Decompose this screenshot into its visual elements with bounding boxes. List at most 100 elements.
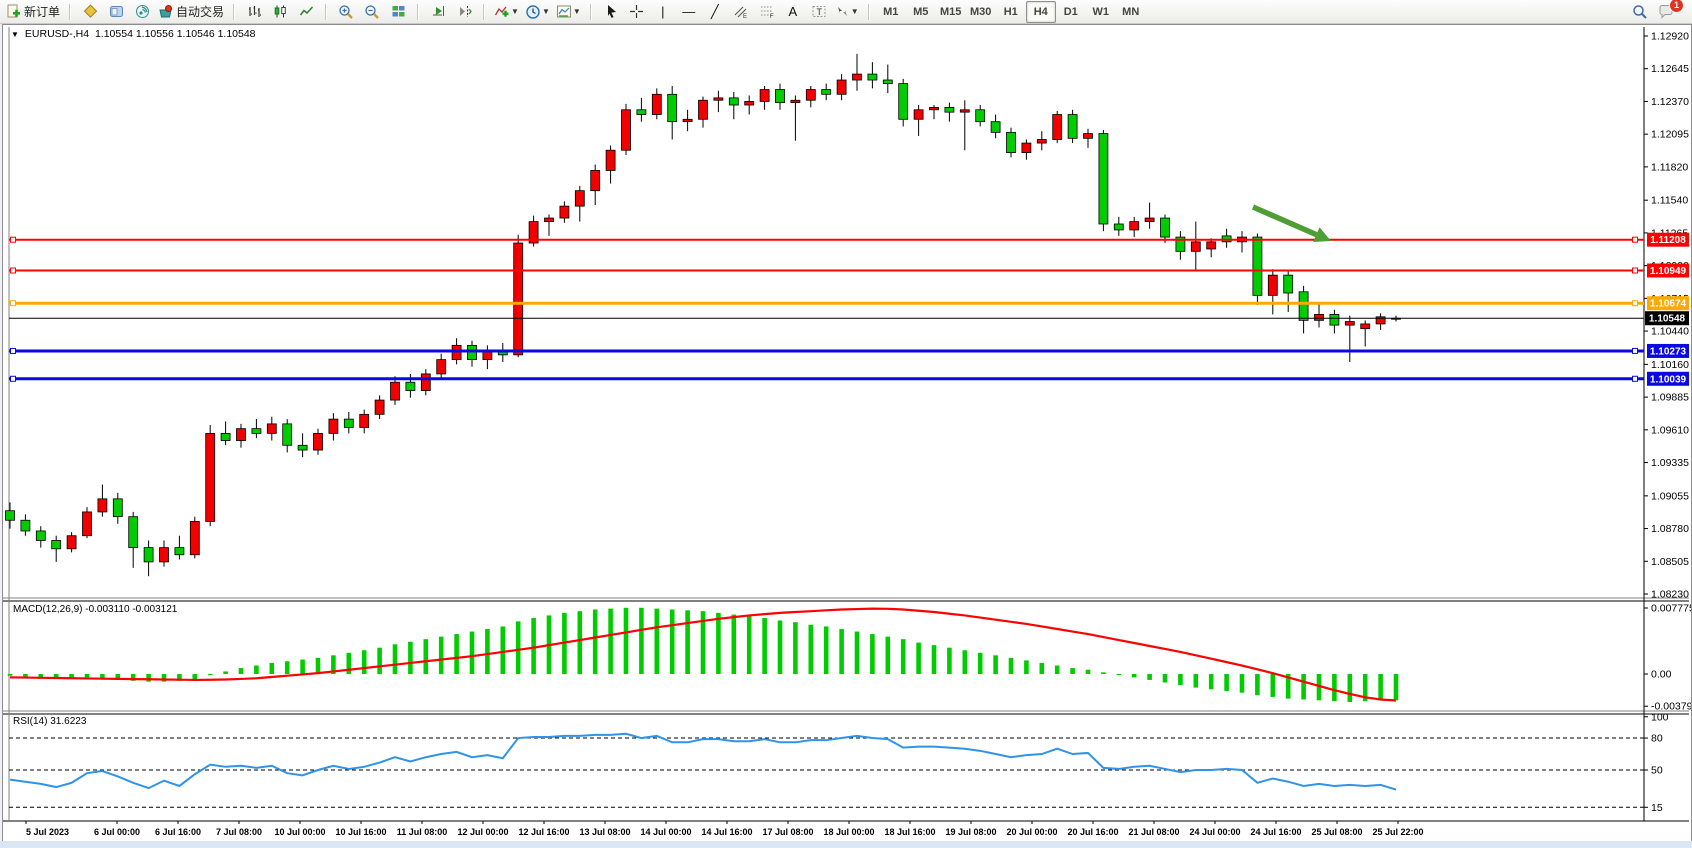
chart-symbol-period: EURUSD-,H4 bbox=[25, 28, 89, 40]
candle-body-up bbox=[160, 548, 169, 562]
candlestick-icon bbox=[273, 4, 288, 19]
indicators-dropdown-caret[interactable]: ▼ bbox=[511, 7, 519, 16]
macd-bar bbox=[270, 663, 275, 674]
svg-text:1.10160: 1.10160 bbox=[1651, 359, 1689, 371]
svg-text:E: E bbox=[743, 14, 747, 19]
hline-handle[interactable] bbox=[1633, 348, 1638, 353]
candle-body-up bbox=[745, 101, 754, 105]
templates-button[interactable]: ▼ bbox=[553, 1, 584, 23]
macd-bar bbox=[839, 629, 844, 674]
chart-window[interactable]: 1.129201.126451.123701.120951.118201.115… bbox=[2, 24, 1692, 843]
svg-text:1.11820: 1.11820 bbox=[1651, 161, 1688, 173]
macd-bar bbox=[8, 674, 13, 676]
candle-body-down bbox=[1007, 132, 1016, 152]
candle-body-down bbox=[21, 520, 30, 531]
trendline-tool-button[interactable]: ╱ bbox=[702, 1, 728, 23]
macd-bar bbox=[947, 648, 952, 674]
equidistant-channel-icon: E bbox=[733, 4, 749, 19]
timeframe-button-d1[interactable]: D1 bbox=[1056, 1, 1086, 23]
navigator-icon bbox=[109, 4, 124, 19]
timeframe-button-h1[interactable]: H1 bbox=[996, 1, 1026, 23]
autotrading-label: 自动交易 bbox=[176, 3, 224, 20]
timeframe-button-m30[interactable]: M30 bbox=[966, 1, 996, 23]
macd-bar bbox=[1055, 666, 1060, 674]
hline-handle[interactable] bbox=[11, 237, 16, 242]
svg-text:1.09610: 1.09610 bbox=[1651, 424, 1689, 436]
candle-body-down bbox=[883, 80, 892, 84]
hline-handle[interactable] bbox=[11, 268, 16, 273]
svg-text:20 Jul 16:00: 20 Jul 16:00 bbox=[1067, 827, 1118, 837]
candle-body-up bbox=[391, 382, 400, 400]
timeframe-button-m5[interactable]: M5 bbox=[906, 1, 936, 23]
hline-handle[interactable] bbox=[11, 376, 16, 381]
crosshair-tool-button[interactable] bbox=[624, 1, 650, 23]
new-order-button[interactable]: 新订单 bbox=[3, 1, 63, 23]
cursor-tool-button[interactable] bbox=[598, 1, 624, 23]
candle-body-up bbox=[314, 433, 323, 450]
hline-handle[interactable] bbox=[1633, 237, 1638, 242]
candle-body-down bbox=[1253, 237, 1262, 295]
vertical-line-tool-button[interactable]: | bbox=[650, 1, 676, 23]
candle-body-up bbox=[683, 119, 692, 121]
hline-handle[interactable] bbox=[1633, 268, 1638, 273]
timeframe-button-mn[interactable]: MN bbox=[1116, 1, 1146, 23]
templates-icon bbox=[556, 4, 572, 19]
periods-clock-icon bbox=[525, 4, 541, 20]
market-watch-button[interactable] bbox=[77, 1, 103, 23]
timeframe-button-h4[interactable]: H4 bbox=[1026, 1, 1056, 23]
label-tool-button[interactable]: T bbox=[806, 1, 832, 23]
bar-chart-mode-button[interactable] bbox=[241, 1, 267, 23]
horizontal-line-tool-button[interactable]: — bbox=[676, 1, 702, 23]
candle-body-up bbox=[1084, 134, 1093, 139]
notifications-button[interactable]: 1 bbox=[1653, 1, 1679, 23]
timeframe-button-m15[interactable]: M15 bbox=[936, 1, 966, 23]
candle-body-down bbox=[144, 548, 153, 562]
candle-body-up bbox=[1191, 242, 1200, 252]
indicators-button[interactable]: ▼ bbox=[491, 1, 522, 23]
candle-body-down bbox=[175, 548, 184, 555]
candlestick-mode-button[interactable] bbox=[267, 1, 293, 23]
channel-tool-button[interactable]: E bbox=[728, 1, 754, 23]
svg-text:24 Jul 00:00: 24 Jul 00:00 bbox=[1189, 827, 1240, 837]
svg-text:14 Jul 00:00: 14 Jul 00:00 bbox=[640, 827, 691, 837]
zoom-in-icon bbox=[338, 4, 354, 20]
svg-text:13 Jul 08:00: 13 Jul 08:00 bbox=[579, 827, 630, 837]
hline-handle[interactable] bbox=[11, 301, 16, 306]
periods-button[interactable]: ▼ bbox=[522, 1, 553, 23]
svg-text:6 Jul 00:00: 6 Jul 00:00 bbox=[94, 827, 140, 837]
svg-text:1.10273: 1.10273 bbox=[1650, 346, 1687, 357]
zoom-out-button[interactable] bbox=[359, 1, 385, 23]
line-chart-mode-button[interactable] bbox=[293, 1, 319, 23]
search-button[interactable] bbox=[1627, 1, 1653, 23]
macd-bar bbox=[1301, 674, 1306, 699]
timeframe-button-m1[interactable]: M1 bbox=[876, 1, 906, 23]
zoom-in-button[interactable] bbox=[333, 1, 359, 23]
one-click-trading-toggle-icon[interactable]: ▼ bbox=[11, 30, 19, 39]
autotrading-button[interactable]: 自动交易 bbox=[155, 1, 227, 23]
candle-body-up bbox=[930, 107, 939, 109]
macd-bar bbox=[747, 616, 752, 674]
hline-handle[interactable] bbox=[11, 348, 16, 353]
svg-text:5 Jul 2023: 5 Jul 2023 bbox=[26, 827, 69, 837]
hline-handle[interactable] bbox=[1633, 301, 1638, 306]
periods-dropdown-caret[interactable]: ▼ bbox=[542, 7, 550, 16]
hline-handle[interactable] bbox=[1633, 376, 1638, 381]
svg-text:80: 80 bbox=[1651, 733, 1663, 745]
tile-windows-button[interactable] bbox=[385, 1, 411, 23]
candle-body-down bbox=[468, 345, 477, 359]
timeframe-button-w1[interactable]: W1 bbox=[1086, 1, 1116, 23]
macd-bar bbox=[685, 610, 690, 674]
text-tool-button[interactable]: A bbox=[780, 1, 806, 23]
arrows-dropdown-caret[interactable]: ▼ bbox=[851, 7, 859, 16]
templates-dropdown-caret[interactable]: ▼ bbox=[573, 7, 581, 16]
arrows-tool-button[interactable]: ▼ bbox=[832, 1, 862, 23]
signals-button[interactable] bbox=[129, 1, 155, 23]
fibonacci-tool-button[interactable]: F bbox=[754, 1, 780, 23]
auto-scroll-button[interactable] bbox=[425, 1, 451, 23]
chart-canvas[interactable]: 1.129201.126451.123701.120951.118201.115… bbox=[3, 25, 1691, 842]
candle-body-down bbox=[1114, 224, 1123, 230]
macd-bar bbox=[655, 609, 660, 674]
trendline-icon: ╱ bbox=[711, 5, 719, 18]
chart-shift-button[interactable] bbox=[451, 1, 477, 23]
navigator-button[interactable] bbox=[103, 1, 129, 23]
